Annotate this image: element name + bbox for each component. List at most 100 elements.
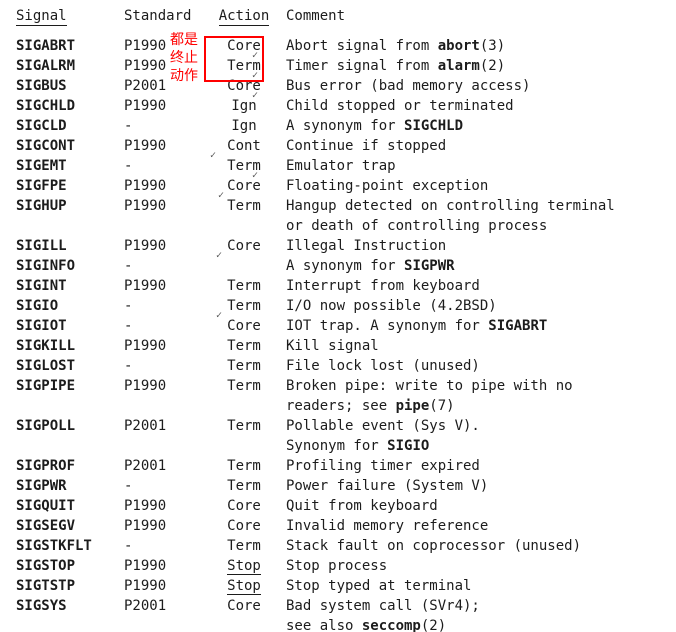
signal-name: SIGINT [16, 276, 124, 296]
signal-name: SIGIO [16, 296, 124, 316]
signal-name: SIGIOT [16, 316, 124, 336]
signal-name: SIGKILL [16, 336, 124, 356]
table-row: SIGPIPEP1990TermBroken pipe: write to pi… [16, 376, 666, 396]
signal-name: SIGCLD [16, 116, 124, 136]
table-row-continuation: readers; see pipe(7) [16, 396, 666, 416]
standard-value: - [124, 256, 208, 276]
signal-name: SIGQUIT [16, 496, 124, 516]
signal-name: SIGABRT [16, 36, 124, 56]
comment-text: Illegal Instruction [280, 236, 666, 256]
comment-text: Synonym for SIGIO [16, 436, 429, 456]
comment-text: Bad system call (SVr4); [280, 596, 666, 616]
table-row: SIGSEGVP1990CoreInvalid memory reference [16, 516, 666, 536]
comment-text: Timer signal from alarm(2) [280, 56, 666, 76]
signal-name: SIGPIPE [16, 376, 124, 396]
action-value: Term [208, 376, 280, 396]
table-row: SIGABRTP1990CoreAbort signal from abort(… [16, 36, 666, 56]
signal-name: SIGILL [16, 236, 124, 256]
action-value: Ign [208, 96, 280, 116]
signal-name: SIGFPE [16, 176, 124, 196]
table-body: SIGABRTP1990CoreAbort signal from abort(… [16, 36, 666, 632]
header-standard: Standard [124, 8, 191, 24]
comment-text: Stop typed at terminal [280, 576, 666, 596]
action-value: Term [208, 336, 280, 356]
signal-name: SIGSTOP [16, 556, 124, 576]
table-row: SIGEMT-TermEmulator trap [16, 156, 666, 176]
comment-text: see also seccomp(2) [16, 616, 446, 632]
signal-name: SIGSTKFLT [16, 536, 124, 556]
action-value: Cont [208, 136, 280, 156]
standard-value: P1990 [124, 56, 208, 76]
table-row: SIGQUITP1990CoreQuit from keyboard [16, 496, 666, 516]
comment-text: File lock lost (unused) [280, 356, 666, 376]
signal-name: SIGPOLL [16, 416, 124, 436]
signal-name: SIGSYS [16, 596, 124, 616]
header-comment: Comment [286, 8, 345, 24]
standard-value: - [124, 476, 208, 496]
table-row: SIGINFO-A synonym for SIGPWR [16, 256, 666, 276]
action-value: Ign [208, 116, 280, 136]
action-value: Core [208, 316, 280, 336]
action-value: Term [208, 416, 280, 436]
signal-name: SIGTSTP [16, 576, 124, 596]
action-value: Stop [208, 576, 280, 596]
table-row: SIGFPEP1990CoreFloating-point exception [16, 176, 666, 196]
comment-text: readers; see pipe(7) [16, 396, 455, 416]
comment-text: Stop process [280, 556, 666, 576]
action-value: Term [208, 356, 280, 376]
comment-text: Hangup detected on controlling terminal [280, 196, 666, 216]
signal-name: SIGSEGV [16, 516, 124, 536]
standard-value: - [124, 296, 208, 316]
comment-text: Continue if stopped [280, 136, 666, 156]
comment-text: Pollable event (Sys V). [280, 416, 666, 436]
table-row: SIGTSTPP1990StopStop typed at terminal [16, 576, 666, 596]
table-row-continuation: or death of controlling process [16, 216, 666, 236]
standard-value: P2001 [124, 416, 208, 436]
signal-name: SIGINFO [16, 256, 124, 276]
action-value: Stop [208, 556, 280, 576]
comment-text: Abort signal from abort(3) [280, 36, 666, 56]
comment-text: Broken pipe: write to pipe with no [280, 376, 666, 396]
action-value: Term [208, 456, 280, 476]
signal-name: SIGBUS [16, 76, 124, 96]
header-signal: Signal [16, 8, 67, 26]
standard-value: P1990 [124, 36, 208, 56]
standard-value: - [124, 536, 208, 556]
table-row: SIGSTOPP1990StopStop process [16, 556, 666, 576]
signal-name: SIGLOST [16, 356, 124, 376]
comment-text: Bus error (bad memory access) [280, 76, 666, 96]
comment-text: Power failure (System V) [280, 476, 666, 496]
table-row: SIGPOLLP2001TermPollable event (Sys V). [16, 416, 666, 436]
standard-value: P1990 [124, 516, 208, 536]
table-row: SIGINTP1990TermInterrupt from keyboard [16, 276, 666, 296]
table-row: SIGCHLDP1990IgnChild stopped or terminat… [16, 96, 666, 116]
header-action: Action [219, 8, 270, 26]
signal-name: SIGPROF [16, 456, 124, 476]
comment-text: or death of controlling process [16, 216, 547, 236]
signal-name: SIGHUP [16, 196, 124, 216]
comment-text: Quit from keyboard [280, 496, 666, 516]
comment-text: Interrupt from keyboard [280, 276, 666, 296]
signal-name: SIGEMT [16, 156, 124, 176]
action-value: Core [208, 596, 280, 616]
action-value: Term [208, 276, 280, 296]
action-value: Term [208, 296, 280, 316]
table-row: SIGLOST-TermFile lock lost (unused) [16, 356, 666, 376]
table-row: SIGILLP1990CoreIllegal Instruction [16, 236, 666, 256]
standard-value: P1990 [124, 196, 208, 216]
standard-value: P1990 [124, 376, 208, 396]
action-value: Core [208, 176, 280, 196]
table-row-continuation: Synonym for SIGIO [16, 436, 666, 456]
standard-value: P1990 [124, 496, 208, 516]
action-value: Term [208, 56, 280, 76]
standard-value: P1990 [124, 176, 208, 196]
signal-name: SIGCONT [16, 136, 124, 156]
action-value: Core [208, 496, 280, 516]
comment-text: Profiling timer expired [280, 456, 666, 476]
comment-text: IOT trap. A synonym for SIGABRT [280, 316, 666, 336]
table-row: SIGSYSP2001CoreBad system call (SVr4); [16, 596, 666, 616]
table-row: SIGIO-TermI/O now possible (4.2BSD) [16, 296, 666, 316]
standard-value: - [124, 156, 208, 176]
comment-text: Floating-point exception [280, 176, 666, 196]
action-value: Term [208, 196, 280, 216]
